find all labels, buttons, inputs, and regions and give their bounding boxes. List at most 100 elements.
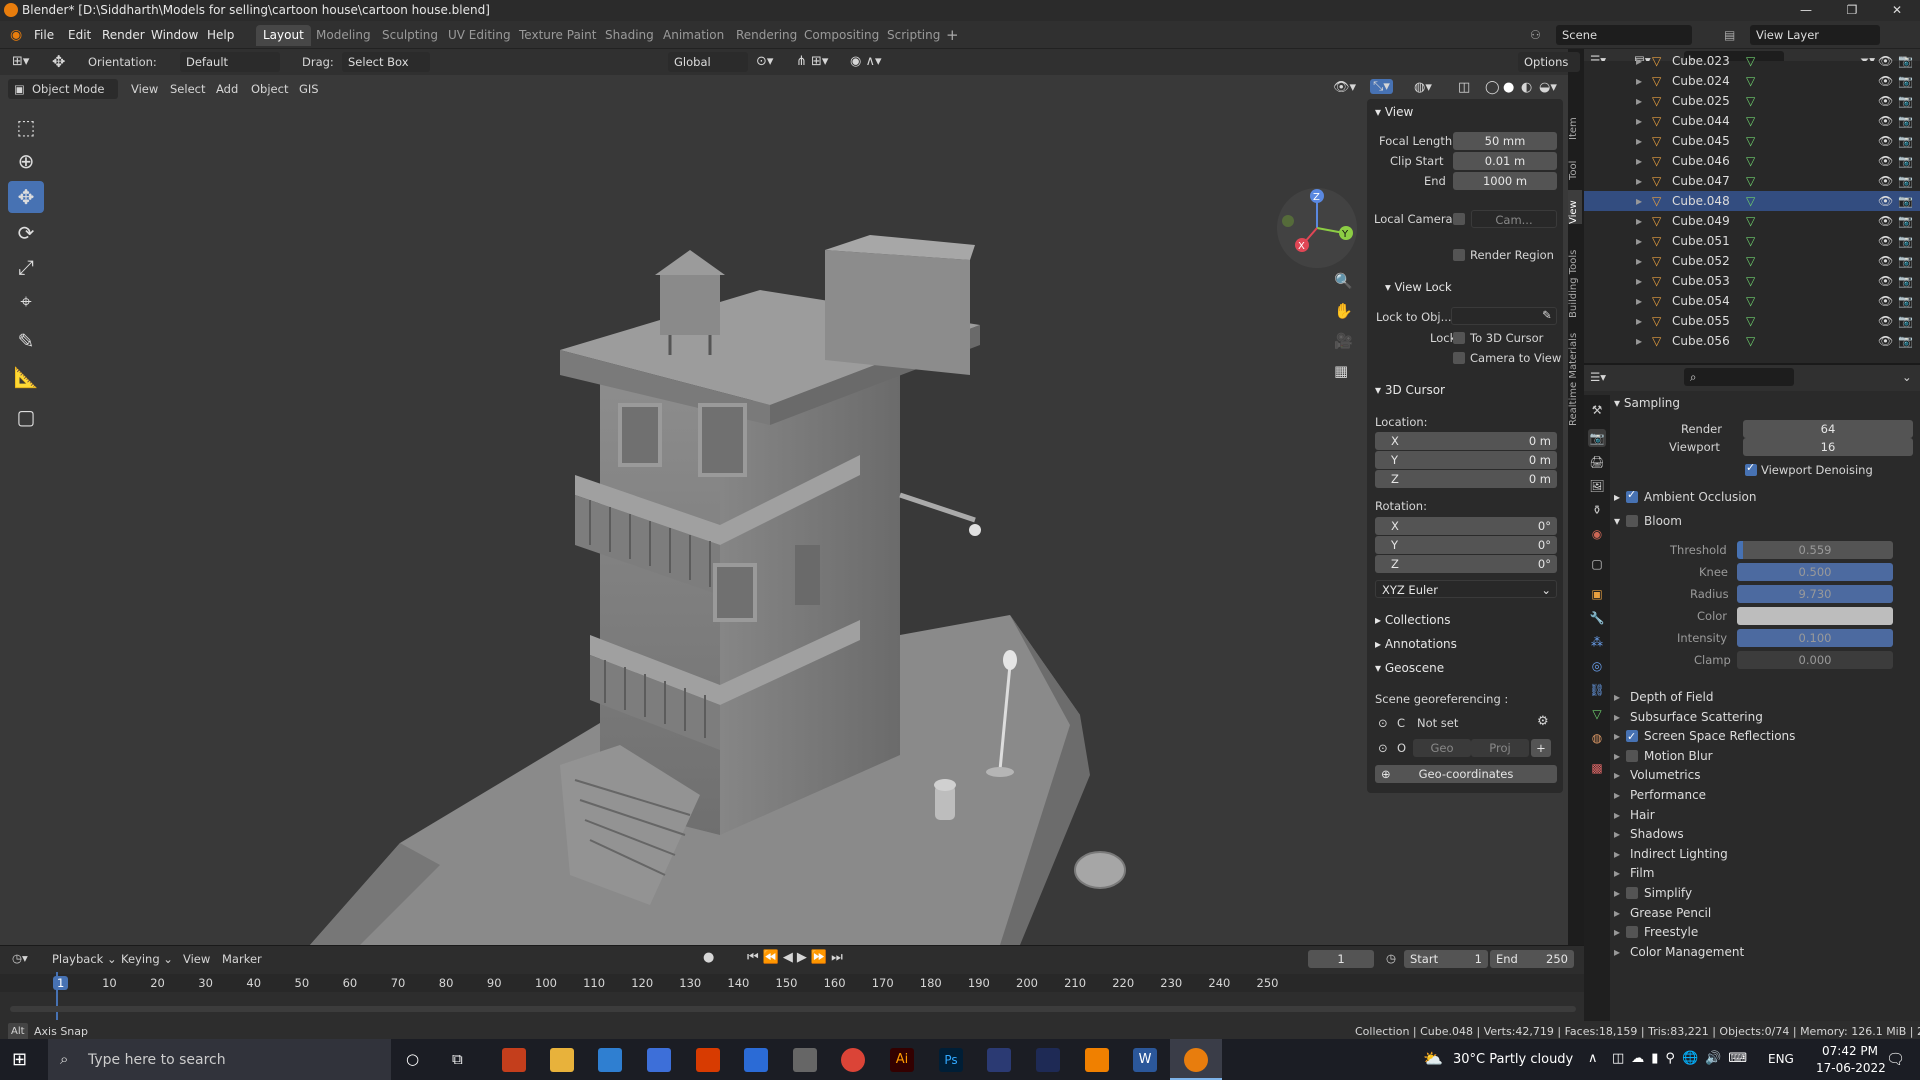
options-dropdown[interactable]: Options <box>1518 52 1580 72</box>
scene-icon[interactable]: ⚇ <box>1530 21 1541 49</box>
timeline-scrollbar[interactable] <box>10 1006 1576 1012</box>
render-section[interactable]: ▸ Simplify <box>1614 883 1914 903</box>
bloom-checkbox[interactable] <box>1626 515 1638 527</box>
render-section[interactable]: ▸ Motion Blur <box>1614 746 1914 766</box>
menu-file[interactable]: File <box>34 21 54 49</box>
bloom-knee-slider[interactable]: 0.500 <box>1737 563 1893 581</box>
menu-render[interactable]: Render <box>102 21 145 49</box>
data-tab-icon[interactable]: ▽ <box>1588 705 1606 723</box>
outliner-row[interactable]: ▸ ▽ Cube.051 ▽ 👁 📷 <box>1584 231 1920 251</box>
rendered-shading-icon[interactable]: ◒▾ <box>1539 80 1557 95</box>
annotate-icon[interactable]: ✎ <box>8 325 44 357</box>
expand-arrow-icon[interactable]: ▸ <box>1636 71 1642 91</box>
bloom-intensity-slider[interactable]: 0.100 <box>1737 629 1893 647</box>
viewport-menu-select[interactable]: Select <box>170 82 205 96</box>
outliner-row[interactable]: ▸ ▽ Cube.023 ▽ 👁 📷 <box>1584 51 1920 71</box>
bloom-radius-slider[interactable]: 9.730 <box>1737 585 1893 603</box>
language-indicator[interactable]: ENG <box>1768 1052 1794 1066</box>
task-view-icon[interactable]: ⧉ <box>452 1050 463 1068</box>
render-section[interactable]: ▸ Film <box>1614 863 1914 883</box>
camera-render-icon[interactable]: 📷 <box>1898 171 1913 191</box>
bloom-color-swatch[interactable] <box>1737 607 1893 625</box>
particles-tab-icon[interactable]: ⁂ <box>1588 633 1606 651</box>
auto-keying-icon[interactable]: ● <box>703 950 714 965</box>
view-layer-selector[interactable]: View Layer <box>1750 25 1880 45</box>
illustrator-icon[interactable]: Ai <box>890 1048 914 1072</box>
modifier-tab-icon[interactable]: 🔧 <box>1588 609 1606 627</box>
viewport-denoising-checkbox[interactable] <box>1745 461 1757 476</box>
scene-tab-icon[interactable]: ⚱ <box>1588 501 1606 519</box>
clip-end-field[interactable]: 1000 m <box>1453 172 1557 190</box>
properties-editor-icon[interactable]: ☰▾ <box>1590 370 1606 384</box>
camera-render-icon[interactable]: 📷 <box>1898 211 1913 231</box>
local-camera-field[interactable]: Cam... <box>1471 210 1557 228</box>
preview-range-icon[interactable]: ◷ <box>1386 951 1396 965</box>
rotation-mode-dropdown[interactable]: XYZ Euler ⌄ <box>1375 580 1557 598</box>
timeline-menu-marker[interactable]: Marker <box>222 952 262 966</box>
outliner-row[interactable]: ▸ ▽ Cube.044 ▽ 👁 📷 <box>1584 111 1920 131</box>
render-section[interactable]: ▸ Freestyle <box>1614 922 1914 942</box>
visibility-eye-icon[interactable]: 👁 <box>1878 131 1893 151</box>
office-icon[interactable] <box>696 1048 720 1072</box>
expand-arrow-icon[interactable]: ▸ <box>1636 191 1642 211</box>
clip-start-field[interactable]: 0.01 m <box>1453 152 1557 170</box>
geo-button[interactable]: Geo <box>1413 739 1471 757</box>
visibility-eye-icon[interactable]: 👁 <box>1878 71 1893 91</box>
gizmo-toggle-icon[interactable]: ⤡▾ <box>1370 79 1393 94</box>
add-workspace-icon[interactable]: + <box>946 21 959 49</box>
expand-arrow-icon[interactable]: ▸ <box>1636 211 1642 231</box>
outliner-row[interactable]: ▸ ▽ Cube.047 ▽ 👁 📷 <box>1584 171 1920 191</box>
render-section[interactable]: ▸ Color Management <box>1614 942 1914 962</box>
camera-render-icon[interactable]: 📷 <box>1898 251 1913 271</box>
taskbar-search-box[interactable]: ⌕ Type here to search <box>48 1039 391 1080</box>
expand-arrow-icon[interactable]: ▸ <box>1636 251 1642 271</box>
visibility-eye-icon[interactable]: 👁 <box>1878 111 1893 131</box>
cursor-loc-y-field[interactable]: Y 0 m <box>1375 451 1557 469</box>
section-3d-cursor-toggle[interactable]: ▾ 3D Cursor <box>1375 383 1445 397</box>
add-cube-icon[interactable]: ▢ <box>8 401 44 433</box>
constraints-tab-icon[interactable]: ⛓ <box>1588 681 1606 699</box>
view-layer-tab-icon[interactable]: 🖼 <box>1588 477 1606 495</box>
section-view-lock-toggle[interactable]: ▾ View Lock <box>1385 280 1452 294</box>
tab-modeling[interactable]: Modeling <box>309 25 378 46</box>
local-camera-checkbox[interactable] <box>1453 213 1465 225</box>
notifications-icon[interactable]: 🗨 <box>1886 1050 1905 1068</box>
menu-edit[interactable]: Edit <box>68 21 91 49</box>
tab-uv-editing[interactable]: UV Editing <box>441 25 518 46</box>
drag-dropdown[interactable]: Select Box <box>342 52 430 72</box>
viewport-menu-object[interactable]: Object <box>251 82 288 96</box>
physics-tab-icon[interactable]: ◎ <box>1588 657 1606 675</box>
proportional-edit-icon[interactable]: ◉ ∧▾ <box>850 54 882 69</box>
overlays-icon[interactable]: ◍▾ <box>1414 80 1432 95</box>
render-section[interactable]: ▸ Indirect Lighting <box>1614 844 1914 864</box>
timeline-menu-playback[interactable]: Playback ⌄ <box>52 952 117 966</box>
camera-render-icon[interactable]: 📷 <box>1898 311 1913 331</box>
expand-arrow-icon[interactable]: ▸ <box>1636 51 1642 71</box>
3d-viewport[interactable]: ▣ Object Mode View Select Add Object GIS… <box>0 75 1568 945</box>
tab-scripting[interactable]: Scripting <box>880 25 947 46</box>
wireframe-shading-icon[interactable]: ◯ <box>1485 80 1500 95</box>
outliner-row[interactable]: ▸ ▽ Cube.045 ▽ 👁 📷 <box>1584 131 1920 151</box>
outliner-row[interactable]: ▸ ▽ Cube.056 ▽ 👁 📷 <box>1584 331 1920 351</box>
tab-item[interactable]: Item <box>1568 110 1582 140</box>
focal-length-field[interactable]: 50 mm <box>1453 132 1557 150</box>
camera-render-icon[interactable]: 📷 <box>1898 51 1913 71</box>
move-icon[interactable]: ✥ <box>8 181 44 213</box>
minimize-icon[interactable]: — <box>1783 0 1829 21</box>
blender-menu-icon[interactable]: ◉ <box>10 21 22 49</box>
properties-search-input[interactable]: ⌕ <box>1684 368 1794 386</box>
expand-arrow-icon[interactable]: ▸ <box>1636 131 1642 151</box>
section-geoscene-toggle[interactable]: ▾ Geoscene <box>1375 661 1444 675</box>
render-section[interactable]: ▸ Subsurface Scattering <box>1614 707 1914 727</box>
camera-render-icon[interactable]: 📷 <box>1898 131 1913 151</box>
tab-tool[interactable]: Tool <box>1568 150 1582 180</box>
render-section[interactable]: ▸ Screen Space Reflections <box>1614 726 1914 747</box>
section-checkbox[interactable] <box>1626 887 1638 899</box>
pin-dropdown-icon[interactable]: ⌄ <box>1902 370 1912 384</box>
pivot-icon[interactable]: ⊙▾ <box>756 54 773 69</box>
playhead[interactable] <box>56 972 58 1020</box>
render-section[interactable]: ▸ Performance <box>1614 785 1914 805</box>
outliner-row[interactable]: ▸ ▽ Cube.049 ▽ 👁 📷 <box>1584 211 1920 231</box>
tray-chevron-icon[interactable]: ∧ <box>1588 1051 1598 1066</box>
visibility-eye-icon[interactable]: 👁 <box>1878 211 1893 231</box>
